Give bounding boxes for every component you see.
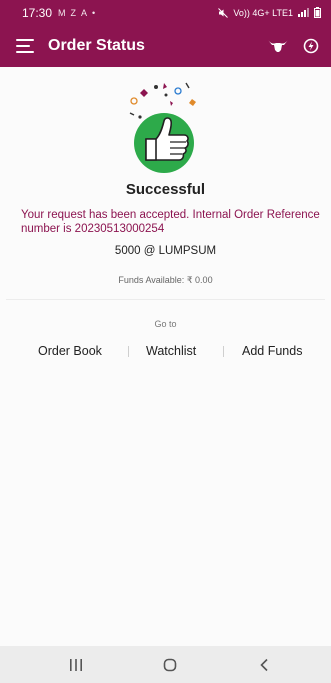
status-bar-right: Vo)) 4G+ LTE1 [218, 7, 321, 18]
dot-notification-icon: • [92, 7, 96, 18]
bull-logo-icon[interactable] [267, 39, 289, 53]
funds-value: ₹ 0.00 [186, 275, 213, 285]
back-button[interactable] [244, 646, 284, 683]
goto-links: Order Book Watchlist Add Funds [0, 344, 331, 360]
link-separator [128, 346, 129, 357]
back-icon [260, 658, 268, 671]
order-status-content: Successful Your request has been accepte… [0, 67, 331, 646]
system-nav-bar [0, 646, 331, 683]
add-funds-link[interactable]: Add Funds [242, 344, 302, 358]
result-message: Your request has been accepted. Internal… [21, 209, 320, 235]
home-button[interactable] [150, 646, 190, 683]
link-separator [223, 346, 224, 357]
app-z-notification-icon: Z [70, 7, 77, 18]
recent-apps-icon [70, 658, 82, 671]
recent-apps-button[interactable] [56, 646, 96, 683]
status-bar-left: 17:30 M Z A • [22, 6, 95, 20]
order-amount: 5000 @ LUMPSUM [114, 245, 217, 257]
goto-label: Go to [154, 319, 177, 329]
app-bar: Order Status [0, 25, 331, 67]
notification-icons: M Z A • [58, 8, 95, 18]
order-book-link[interactable]: Order Book [38, 344, 102, 358]
mail-notification-icon: M [58, 7, 66, 18]
signal-icon [298, 8, 309, 17]
home-icon [163, 658, 177, 671]
app-bar-actions [267, 38, 319, 54]
app-a-notification-icon: A [81, 7, 88, 18]
hamburger-menu-icon[interactable] [16, 39, 34, 53]
watchlist-link[interactable]: Watchlist [146, 344, 196, 358]
status-bar: 17:30 M Z A • Vo)) 4G+ LTE1 [0, 0, 331, 25]
result-heading: Successful [125, 181, 206, 198]
mute-icon [218, 7, 229, 18]
divider [6, 299, 325, 300]
network-text: Vo)) 4G+ LTE1 [233, 7, 293, 18]
status-time: 17:30 [22, 5, 53, 20]
power-icon[interactable] [303, 38, 319, 54]
thumbs-up-icon [129, 82, 196, 173]
page-title: Order Status [48, 37, 145, 54]
funds-available: Funds Available: ₹ 0.00 [0, 275, 331, 286]
battery-icon [314, 7, 321, 18]
funds-label: Funds Available: [118, 275, 185, 285]
